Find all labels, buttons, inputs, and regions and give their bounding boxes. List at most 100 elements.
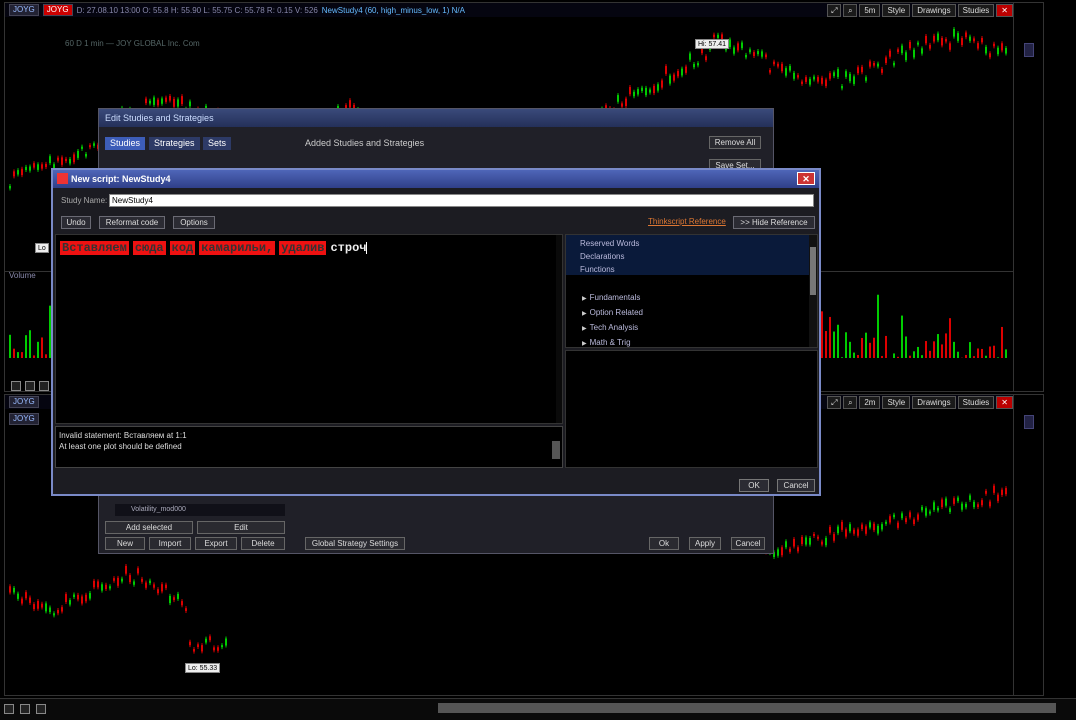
volume-bar <box>989 346 991 358</box>
error-message: Invalid statement: Вставляем at 1:1 <box>59 431 187 440</box>
candle-body <box>949 508 951 512</box>
candle-body <box>177 593 179 599</box>
scroll-thumb[interactable] <box>810 247 816 295</box>
candle-body <box>965 503 967 508</box>
candle-body <box>753 52 755 57</box>
tab-sets[interactable]: Sets <box>203 137 232 150</box>
thinkscript-reference-link[interactable]: Thinkscript Reference <box>648 217 726 226</box>
ref-tech-analysis[interactable]: Tech Analysis <box>582 323 638 332</box>
candle-body <box>185 608 187 612</box>
candle-body <box>25 166 27 171</box>
grid-icon[interactable] <box>4 704 14 714</box>
candle-body <box>813 534 815 537</box>
candle-body <box>117 577 119 586</box>
settings-icon[interactable] <box>25 381 35 391</box>
candle-body <box>697 63 699 66</box>
expand-icon[interactable] <box>39 381 49 391</box>
cancel-button[interactable]: Cancel <box>777 479 815 492</box>
grid-icon[interactable] <box>11 381 21 391</box>
expand-icon[interactable] <box>36 704 46 714</box>
remove-all-button[interactable]: Remove All <box>709 136 761 149</box>
candle-body <box>677 71 679 77</box>
ref-reserved-words[interactable]: Reserved Words <box>580 239 639 248</box>
price-axis[interactable] <box>1013 395 1043 695</box>
candle-body <box>129 575 131 583</box>
candle-body <box>877 525 879 534</box>
close-icon[interactable]: ✕ <box>797 172 815 185</box>
candle-body <box>869 522 871 528</box>
candle-body <box>745 54 747 58</box>
delete-button[interactable]: Delete <box>241 537 285 550</box>
candle-body <box>85 594 87 602</box>
study-list-item[interactable]: Volatility_mod000 <box>115 504 285 516</box>
candle-body <box>29 597 31 603</box>
candle-body <box>29 166 31 171</box>
add-selected-button[interactable]: Add selected <box>105 521 193 534</box>
ref-declarations[interactable]: Declarations <box>580 252 624 261</box>
volume-bar <box>825 331 827 358</box>
price-axis[interactable] <box>1013 3 1043 391</box>
candle-body <box>713 34 715 38</box>
candle-body <box>41 603 43 608</box>
candle-body <box>757 51 759 55</box>
candle-body <box>61 157 63 165</box>
ok-button[interactable]: Ok <box>649 537 679 550</box>
editor-scrollbar[interactable] <box>556 235 562 423</box>
reference-panel[interactable]: Reserved Words Declarations Functions Fu… <box>565 234 818 348</box>
reformat-code-button[interactable]: Reformat code <box>99 216 165 229</box>
tab-studies[interactable]: Studies <box>105 137 146 150</box>
candle-body <box>109 586 111 589</box>
volume-bar <box>933 341 935 358</box>
candle-body <box>157 99 159 106</box>
candle-body <box>869 61 871 67</box>
candle-body <box>797 75 799 78</box>
candle-body <box>141 578 143 582</box>
candle-body <box>717 34 719 38</box>
global-strategy-settings-button[interactable]: Global Strategy Settings <box>305 537 405 550</box>
candle-body <box>81 596 83 604</box>
candle-body <box>645 87 647 96</box>
undo-button[interactable]: Undo <box>61 216 91 229</box>
candle-body <box>809 538 811 545</box>
ok-button[interactable]: OK <box>739 479 769 492</box>
error-scrollbar[interactable] <box>552 441 560 459</box>
new-button[interactable]: New <box>105 537 145 550</box>
ref-math-trig[interactable]: Math & Trig <box>582 338 631 347</box>
candle-body <box>149 580 151 584</box>
ref-fundamentals[interactable]: Fundamentals <box>582 293 641 302</box>
candle-body <box>733 47 735 54</box>
candle-body <box>101 584 103 591</box>
import-button[interactable]: Import <box>149 537 191 550</box>
ref-functions[interactable]: Functions <box>580 265 615 274</box>
tab-strategies[interactable]: Strategies <box>149 137 200 150</box>
bottom-scrollbar[interactable] <box>0 698 1076 720</box>
volume-bar <box>921 355 923 358</box>
candle-body <box>673 74 675 81</box>
candle-body <box>793 538 795 547</box>
error-message: At least one plot should be defined <box>59 442 182 451</box>
hide-reference-button[interactable]: >> Hide Reference <box>733 216 815 229</box>
side-tool-icon[interactable] <box>1024 43 1034 57</box>
candle-body <box>949 43 951 50</box>
cancel-button[interactable]: Cancel <box>731 537 765 550</box>
candle-body <box>821 77 823 84</box>
settings-icon[interactable] <box>20 704 30 714</box>
apply-button[interactable]: Apply <box>689 537 721 550</box>
candle-body <box>921 506 923 511</box>
edit-button[interactable]: Edit <box>197 521 285 534</box>
volume-label: Volume <box>9 271 36 280</box>
reference-scrollbar[interactable] <box>809 235 817 347</box>
code-editor[interactable]: Вставляем сюда код камарильи, удалив строч <box>55 234 563 424</box>
side-tool-icon[interactable] <box>1024 415 1034 429</box>
volume-bar <box>901 315 903 358</box>
candle-body <box>81 146 83 149</box>
options-button[interactable]: Options <box>173 216 215 229</box>
app-icon <box>57 173 68 184</box>
ref-option-related[interactable]: Option Related <box>582 308 643 317</box>
export-button[interactable]: Export <box>195 537 237 550</box>
candle-body <box>817 77 819 82</box>
error-highlight: удалив <box>279 241 327 255</box>
candle-body <box>17 593 19 599</box>
study-name-input[interactable] <box>109 194 814 207</box>
scroll-thumb[interactable] <box>438 703 1056 713</box>
